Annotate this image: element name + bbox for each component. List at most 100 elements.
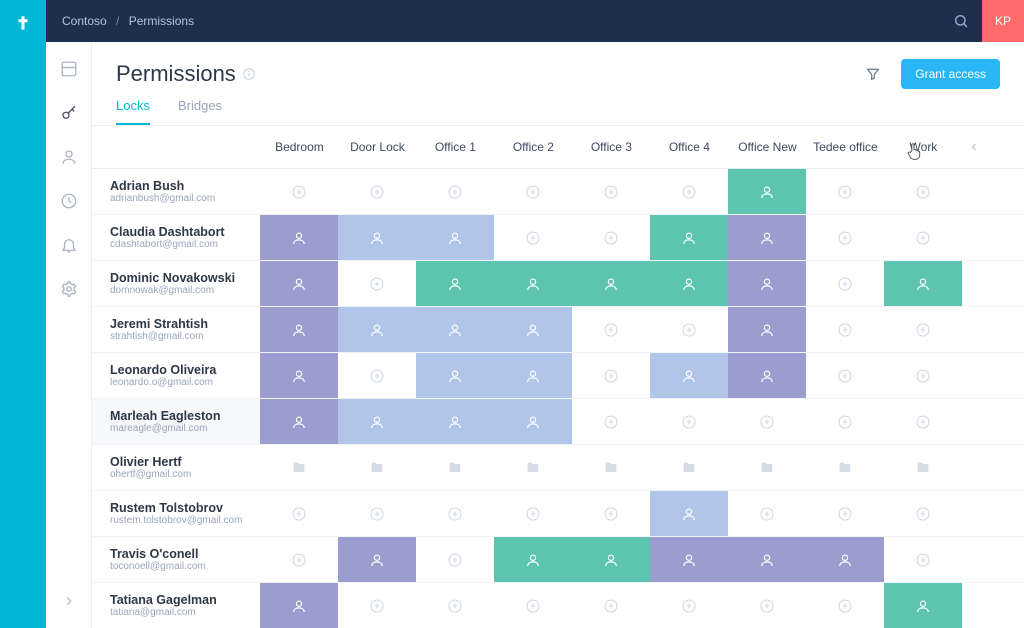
add-icon[interactable]: [260, 169, 338, 214]
permission-cell[interactable]: [650, 169, 728, 215]
permission-cell[interactable]: [728, 399, 806, 445]
permission-cell[interactable]: [572, 583, 650, 628]
permission-cell[interactable]: [494, 399, 572, 445]
permission-cell[interactable]: [416, 583, 494, 628]
permission-cell[interactable]: [884, 215, 962, 261]
column-header[interactable]: Office 1: [416, 126, 494, 169]
user-cell[interactable]: Marleah Eaglestonmareagle@gmail.com: [92, 399, 260, 445]
permission-cell[interactable]: [338, 353, 416, 399]
permission-cell[interactable]: [260, 215, 338, 261]
folder-icon[interactable]: [416, 445, 494, 490]
column-header[interactable]: Office New: [728, 126, 806, 169]
add-icon[interactable]: [260, 537, 338, 582]
permission-cell[interactable]: [494, 215, 572, 261]
user-permission-icon[interactable]: [884, 583, 962, 628]
permission-cell[interactable]: [650, 215, 728, 261]
user-permission-icon[interactable]: [260, 261, 338, 306]
add-icon[interactable]: [572, 307, 650, 352]
add-icon[interactable]: [884, 307, 962, 352]
user-permission-icon[interactable]: [416, 399, 494, 444]
permission-cell[interactable]: [884, 307, 962, 353]
folder-icon[interactable]: [572, 445, 650, 490]
column-header[interactable]: Tedee office: [806, 126, 884, 169]
user-permission-icon[interactable]: [260, 307, 338, 352]
user-permission-icon[interactable]: [650, 537, 728, 582]
add-icon[interactable]: [884, 353, 962, 398]
permission-cell[interactable]: [494, 261, 572, 307]
permission-cell[interactable]: [884, 261, 962, 307]
column-header[interactable]: Office 2: [494, 126, 572, 169]
table-row[interactable]: Tatiana Gagelmantatiana@gmail.com: [92, 583, 1024, 628]
user-permission-icon[interactable]: [494, 261, 572, 306]
user-permission-icon[interactable]: [338, 215, 416, 260]
user-permission-icon[interactable]: [260, 583, 338, 628]
permission-cell[interactable]: [338, 491, 416, 537]
add-icon[interactable]: [650, 399, 728, 444]
permission-cell[interactable]: [416, 261, 494, 307]
permission-cell[interactable]: [260, 491, 338, 537]
user-permission-icon[interactable]: [728, 215, 806, 260]
add-icon[interactable]: [572, 491, 650, 536]
tab-bridges[interactable]: Bridges: [178, 98, 222, 125]
user-permission-icon[interactable]: [884, 261, 962, 306]
permission-cell[interactable]: [806, 261, 884, 307]
add-icon[interactable]: [806, 583, 884, 628]
permission-cell[interactable]: [884, 169, 962, 215]
add-icon[interactable]: [572, 215, 650, 260]
user-permission-icon[interactable]: [728, 353, 806, 398]
grant-access-button[interactable]: Grant access: [901, 59, 1000, 89]
permission-cell[interactable]: [260, 537, 338, 583]
add-icon[interactable]: [338, 583, 416, 628]
permission-cell[interactable]: [650, 491, 728, 537]
add-icon[interactable]: [338, 169, 416, 214]
user-permission-icon[interactable]: [728, 307, 806, 352]
user-permission-icon[interactable]: [572, 537, 650, 582]
permission-cell[interactable]: [572, 445, 650, 491]
permission-cell[interactable]: [572, 307, 650, 353]
folder-icon[interactable]: [728, 445, 806, 490]
permission-cell[interactable]: [416, 353, 494, 399]
user-cell[interactable]: Dominic Novakowskidomnowak@gmail.com: [92, 261, 260, 307]
permission-cell[interactable]: [338, 583, 416, 628]
user-permission-icon[interactable]: [260, 353, 338, 398]
add-icon[interactable]: [494, 583, 572, 628]
add-icon[interactable]: [806, 491, 884, 536]
permission-cell[interactable]: [494, 445, 572, 491]
permission-cell[interactable]: [494, 491, 572, 537]
permission-cell[interactable]: [572, 537, 650, 583]
user-permission-icon[interactable]: [494, 353, 572, 398]
permission-cell[interactable]: [260, 353, 338, 399]
permission-cell[interactable]: [260, 169, 338, 215]
permission-cell[interactable]: [884, 399, 962, 445]
permission-cell[interactable]: [650, 399, 728, 445]
permission-cell[interactable]: [338, 445, 416, 491]
table-row[interactable]: Dominic Novakowskidomnowak@gmail.com: [92, 261, 1024, 307]
user-cell[interactable]: Olivier Hertfohertf@gmail.com: [92, 445, 260, 491]
filter-icon[interactable]: [857, 58, 889, 90]
user-permission-icon[interactable]: [416, 353, 494, 398]
user-permission-icon[interactable]: [494, 537, 572, 582]
permission-cell[interactable]: [728, 307, 806, 353]
permission-cell[interactable]: [806, 353, 884, 399]
add-icon[interactable]: [494, 169, 572, 214]
add-icon[interactable]: [416, 491, 494, 536]
permission-cell[interactable]: [884, 537, 962, 583]
user-permission-icon[interactable]: [728, 261, 806, 306]
breadcrumb[interactable]: Contoso / Permissions: [62, 14, 194, 28]
add-icon[interactable]: [806, 353, 884, 398]
breadcrumb-current[interactable]: Permissions: [129, 14, 194, 28]
permission-cell[interactable]: [884, 491, 962, 537]
permission-cell[interactable]: [806, 445, 884, 491]
add-icon[interactable]: [416, 537, 494, 582]
user-permission-icon[interactable]: [650, 491, 728, 536]
user-permission-icon[interactable]: [650, 215, 728, 260]
user-permission-icon[interactable]: [494, 307, 572, 352]
permission-cell[interactable]: [416, 445, 494, 491]
add-icon[interactable]: [650, 169, 728, 214]
add-icon[interactable]: [338, 491, 416, 536]
permissions-grid[interactable]: BedroomDoor LockOffice 1Office 2Office 3…: [92, 126, 1024, 628]
folder-icon[interactable]: [650, 445, 728, 490]
tab-locks[interactable]: Locks: [116, 98, 150, 125]
permission-cell[interactable]: [338, 261, 416, 307]
add-icon[interactable]: [650, 307, 728, 352]
